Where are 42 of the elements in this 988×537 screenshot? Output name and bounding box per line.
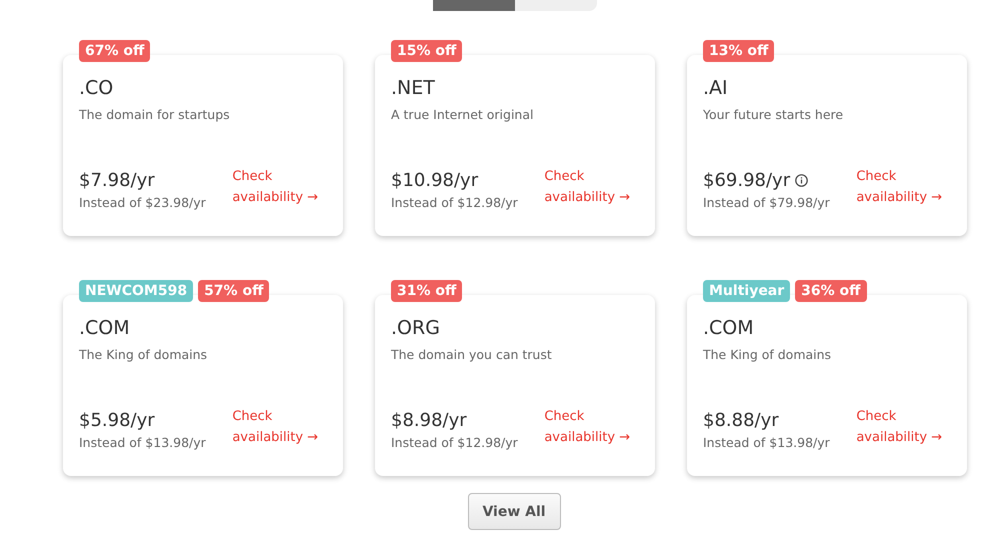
price: $10.98/yr <box>391 170 478 191</box>
price: $8.88/yr <box>703 410 779 431</box>
original-price: Instead of $23.98/yr <box>79 195 207 210</box>
domain-name: .ORG <box>391 317 441 339</box>
discount-badge: 31% off <box>391 280 462 302</box>
promo-badge: NEWCOM598 <box>79 280 194 302</box>
original-price: Instead of $13.98/yr <box>703 435 831 450</box>
domain-tagline: Your future starts here <box>703 107 844 122</box>
price: $7.98/yr <box>79 170 155 191</box>
discount-badge: 13% off <box>703 40 774 62</box>
price: $69.98/yr <box>703 170 790 191</box>
domain-tagline: The domain you can trust <box>391 347 553 362</box>
check-availability-link[interactable]: Check availability → <box>856 166 951 210</box>
check-availability-link[interactable]: Check availability → <box>544 166 639 210</box>
original-price: Instead of $12.98/yr <box>391 435 519 450</box>
original-price: Instead of $79.98/yr <box>703 195 831 210</box>
discount-badge: 67% off <box>79 40 150 62</box>
promo-badge: Multiyear <box>703 280 790 302</box>
discount-badge: 36% off <box>795 280 867 302</box>
original-price: Instead of $12.98/yr <box>391 195 519 210</box>
toggle-segment[interactable] <box>433 0 515 11</box>
domain-name: .CO <box>79 77 114 99</box>
domain-name: .COM <box>79 317 131 339</box>
domain-name: .AI <box>703 77 729 99</box>
domain-name: .COM <box>703 317 755 339</box>
discount-badge: 15% off <box>391 40 462 62</box>
domain-tagline: A true Internet original <box>391 107 534 122</box>
domain-tagline: The King of domains <box>79 347 208 362</box>
info-icon[interactable] <box>795 174 808 187</box>
discount-badge: 57% off <box>198 280 270 302</box>
check-availability-link[interactable]: Check availability → <box>232 166 327 210</box>
domain-name: .NET <box>391 77 436 99</box>
domain-tagline: The King of domains <box>703 347 832 362</box>
view-all-button[interactable]: View All <box>468 493 560 530</box>
check-availability-link[interactable]: Check availability → <box>232 406 327 450</box>
price: $8.98/yr <box>391 410 467 431</box>
domain-tagline: The domain for startups <box>79 107 231 122</box>
original-price: Instead of $13.98/yr <box>79 435 207 450</box>
check-availability-link[interactable]: Check availability → <box>544 406 639 450</box>
toggle-segment[interactable] <box>515 0 597 11</box>
check-availability-link[interactable]: Check availability → <box>856 406 951 450</box>
price: $5.98/yr <box>79 410 155 431</box>
